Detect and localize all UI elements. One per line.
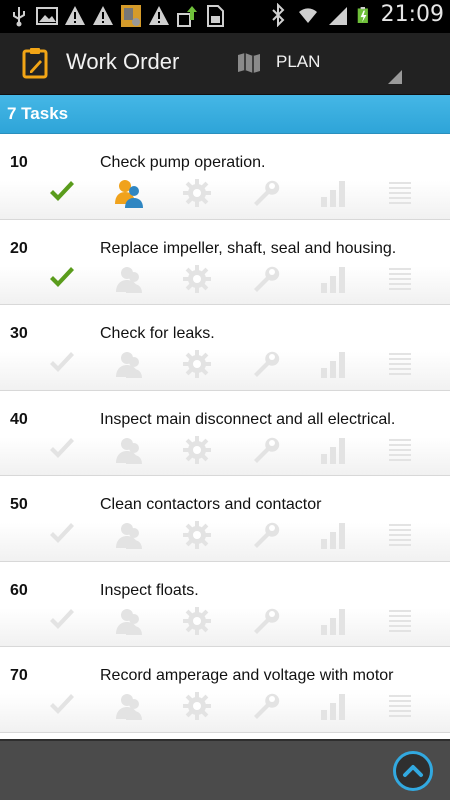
labor-icon[interactable] [114, 349, 144, 379]
check-icon[interactable] [47, 435, 77, 465]
tasks-count-label: 7 Tasks [7, 104, 69, 123]
check-icon[interactable] [47, 606, 77, 636]
gear-icon[interactable] [182, 178, 212, 208]
completed-check-icon[interactable] [47, 178, 77, 208]
warning-icon [149, 6, 169, 25]
task-number: 40 [10, 410, 28, 428]
battery-charging-icon [357, 6, 368, 23]
labor-icon[interactable] [114, 435, 144, 465]
clipboard-icon[interactable] [22, 47, 50, 79]
details-list-icon[interactable] [385, 349, 415, 379]
clock: 21:09 [380, 2, 444, 27]
task-title: Record amperage and voltage with motor [100, 667, 394, 684]
action-bar: Work Order PLAN [0, 33, 450, 95]
labor-icon[interactable] [114, 691, 144, 721]
wrench-icon[interactable] [250, 691, 280, 721]
task-row[interactable]: 30 Check for leaks. [0, 305, 450, 391]
bottom-bar [0, 739, 450, 800]
details-list-icon[interactable] [385, 264, 415, 294]
task-row[interactable]: 40 Inspect main disconnect and all electr… [0, 390, 450, 476]
warning-icon [93, 6, 113, 25]
bluetooth-icon [271, 2, 285, 27]
gear-icon[interactable] [182, 264, 212, 294]
wrench-icon[interactable] [250, 349, 280, 379]
task-row[interactable]: 10 Check pump operation. [0, 134, 450, 220]
check-icon[interactable] [47, 349, 77, 379]
screen-title: Work Order [66, 49, 180, 74]
scroll-up-button[interactable] [393, 751, 433, 791]
task-title: Clean contactors and contactor [100, 496, 322, 513]
usb-icon [13, 7, 25, 27]
gear-icon[interactable] [182, 606, 212, 636]
warning-icon [65, 6, 85, 25]
completed-check-icon[interactable] [47, 264, 77, 294]
check-icon[interactable] [47, 520, 77, 550]
wrench-icon[interactable] [250, 606, 280, 636]
labor-icon[interactable] [114, 178, 144, 208]
task-number: 50 [10, 496, 28, 513]
task-number: 30 [10, 325, 28, 342]
plan-tab[interactable]: PLAN [276, 52, 320, 72]
details-list-icon[interactable] [385, 178, 415, 208]
wrench-icon[interactable] [250, 264, 280, 294]
meter-chart-icon[interactable] [318, 178, 348, 208]
meter-chart-icon[interactable] [318, 435, 348, 465]
tasks-header: 7 Tasks [0, 95, 450, 134]
task-number: 60 [10, 581, 28, 599]
meter-chart-icon[interactable] [318, 606, 348, 636]
task-title: Inspect floats. [100, 581, 199, 599]
details-list-icon[interactable] [385, 520, 415, 550]
task-row[interactable]: 70 Record amperage and voltage with motor [0, 647, 450, 733]
gear-icon[interactable] [182, 435, 212, 465]
wrench-icon[interactable] [250, 520, 280, 550]
task-title: Check for leaks. [100, 325, 215, 342]
upload-icon [177, 6, 197, 27]
task-number: 20 [10, 239, 28, 257]
chevron-up-icon [403, 765, 423, 777]
check-icon[interactable] [47, 691, 77, 721]
task-row[interactable]: 60 Inspect floats. [0, 561, 450, 647]
labor-icon[interactable] [114, 606, 144, 636]
task-row[interactable]: 20 Replace impeller, shaft, seal and hous… [0, 219, 450, 305]
gear-icon[interactable] [182, 520, 212, 550]
system-icons: 21:09 [267, 2, 444, 27]
notification-icons [8, 4, 226, 28]
app-icon [121, 5, 141, 27]
details-list-icon[interactable] [385, 691, 415, 721]
wrench-icon[interactable] [250, 435, 280, 465]
labor-icon[interactable] [114, 264, 144, 294]
image-icon [36, 7, 58, 25]
meter-chart-icon[interactable] [318, 520, 348, 550]
signal-icon [328, 6, 347, 25]
dropdown-indicator-icon[interactable] [388, 70, 402, 84]
wifi-icon [298, 7, 317, 23]
gear-icon[interactable] [182, 349, 212, 379]
task-title: Check pump operation. [100, 154, 266, 171]
details-list-icon[interactable] [385, 435, 415, 465]
status-bar: 21:09 [0, 0, 450, 33]
task-number: 10 [10, 154, 28, 171]
task-title: Inspect main disconnect and all electric… [100, 410, 396, 428]
sd-card-icon [207, 5, 224, 27]
task-title: Replace impeller, shaft, seal and housin… [100, 239, 397, 257]
gear-icon[interactable] [182, 691, 212, 721]
meter-chart-icon[interactable] [318, 691, 348, 721]
task-number: 70 [10, 667, 28, 684]
task-row[interactable]: 50 Clean contactors and contactor [0, 476, 450, 562]
wrench-icon[interactable] [250, 178, 280, 208]
details-list-icon[interactable] [385, 606, 415, 636]
meter-chart-icon[interactable] [318, 349, 348, 379]
task-list: 10 Check pump operation. 20 Replace impelle… [0, 134, 450, 739]
labor-icon[interactable] [114, 520, 144, 550]
map-icon[interactable] [237, 52, 261, 74]
meter-chart-icon[interactable] [318, 264, 348, 294]
